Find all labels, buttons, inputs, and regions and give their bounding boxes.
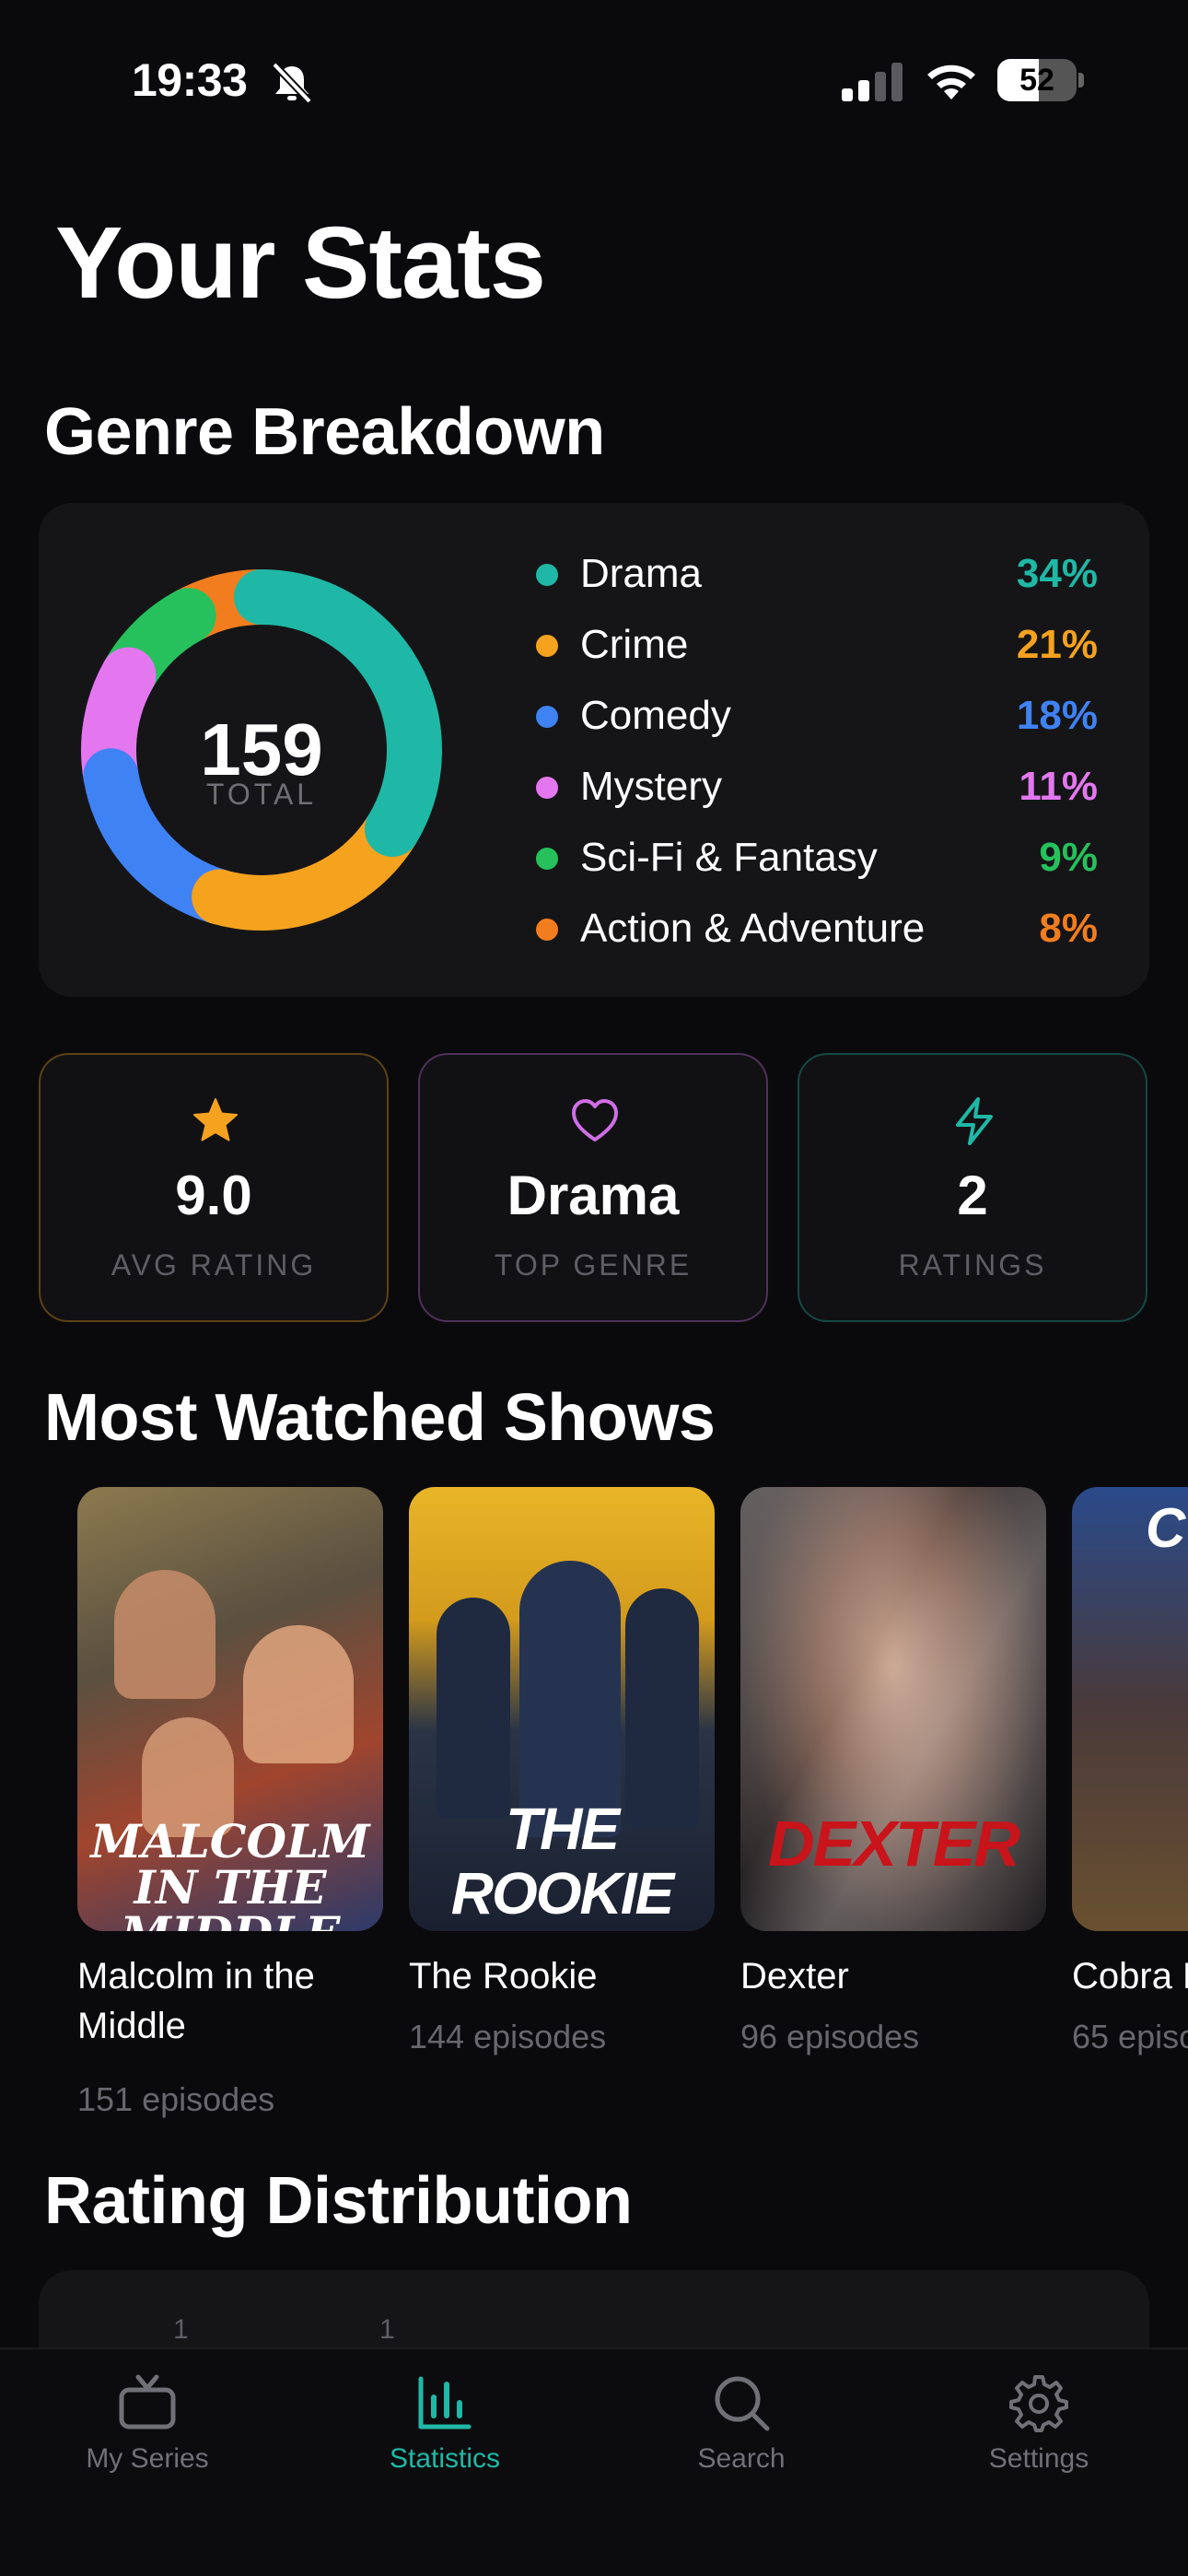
rating-bar-count: 1 <box>173 2314 189 2345</box>
legend-dot <box>536 848 558 870</box>
legend-item: Drama 34% <box>499 542 1144 613</box>
avg-rating-label: AVG RATING <box>111 1248 317 1282</box>
legend-genre-name: Comedy <box>580 693 731 738</box>
cellular-signal-icon <box>842 63 903 101</box>
tab-statistics[interactable]: Statistics <box>325 2373 565 2502</box>
legend-genre-percent: 21% <box>1016 622 1098 667</box>
heart-icon <box>572 1099 618 1142</box>
legend-dot <box>536 564 558 586</box>
legend-genre-percent: 18% <box>1016 693 1098 738</box>
legend-genre-name: Sci-Fi & Fantasy <box>580 835 878 880</box>
most-watched-carousel[interactable]: MALCOLM IN THE MIDDLE Malcolm in the Mid… <box>0 1487 1188 2132</box>
wifi-icon <box>927 64 975 100</box>
legend-dot <box>536 919 558 941</box>
show-poster: MALCOLM IN THE MIDDLE <box>77 1487 383 1931</box>
ratings-count-value: 2 <box>957 1165 988 1226</box>
search-icon <box>715 2376 770 2431</box>
bell-slash-icon <box>272 62 312 103</box>
top-genre-card: Drama TOP GENRE <box>418 1053 768 1322</box>
legend-genre-name: Action & Adventure <box>580 906 926 951</box>
donut-segment-crime <box>192 801 421 931</box>
tv-icon <box>119 2374 176 2430</box>
poster-title-text: C <box>1146 1497 1186 1559</box>
tab-search[interactable]: Search <box>622 2373 861 2502</box>
show-poster: C <box>1072 1487 1188 1931</box>
legend-genre-name: Mystery <box>580 764 722 809</box>
donut-total-label: TOTAL <box>205 778 318 811</box>
page-title: Your Stats <box>55 206 546 320</box>
show-name: Malcolm in the Middle <box>77 1956 315 2046</box>
show-episodes: 65 episodes <box>1072 2018 1188 2055</box>
ratings-count-card: 2 RATINGS <box>798 1053 1147 1322</box>
genre-breakdown-card: 159 TOTAL Drama 34% Crime 21% Comedy 18% My… <box>39 503 1149 997</box>
legend-item: Sci-Fi & Fantasy 9% <box>499 825 1144 896</box>
status-bar: 19:33 52 <box>0 0 1188 157</box>
status-time: 19:33 <box>132 54 248 106</box>
legend-genre-percent: 9% <box>1039 835 1098 880</box>
gear-icon <box>1009 2375 1068 2432</box>
legend-dot <box>536 706 558 728</box>
show-poster: DEXTER <box>740 1487 1046 1931</box>
rating-bar-count: 1 <box>379 2314 395 2345</box>
legend-dot <box>536 777 558 799</box>
legend-genre-name: Drama <box>580 551 703 596</box>
legend-genre-percent: 8% <box>1039 906 1098 951</box>
poster-title-text: MALCOLM IN THE MIDDLE <box>90 1814 370 1932</box>
tab-bar: My Series Statistics Search Settings <box>0 2348 1188 2576</box>
show-poster: THE ROOKIE <box>409 1487 715 1931</box>
legend-genre-percent: 34% <box>1016 551 1098 596</box>
show-episodes: 144 episodes <box>409 2018 607 2055</box>
star-icon <box>193 1098 238 1142</box>
tab-label: Settings <box>988 2443 1089 2474</box>
tab-label: My Series <box>86 2443 209 2474</box>
chart-icon <box>418 2376 472 2430</box>
legend-item: Crime 21% <box>499 613 1144 684</box>
tab-settings[interactable]: Settings <box>919 2373 1159 2502</box>
legend-genre-name: Crime <box>580 622 689 667</box>
show-episodes: 151 episodes <box>77 2080 275 2118</box>
show-name: The Rookie <box>409 1956 598 1996</box>
avg-rating-card: 9.0 AVG RATING <box>39 1053 389 1322</box>
legend-dot <box>536 635 558 657</box>
ratings-count-label: RATINGS <box>898 1248 1047 1282</box>
genre-breakdown-title: Genre Breakdown <box>44 395 605 469</box>
top-genre-label: TOP GENRE <box>494 1248 693 1282</box>
legend-genre-percent: 11% <box>1019 764 1098 809</box>
poster-title-text: THE ROOKIE <box>450 1796 674 1926</box>
rating-distribution-title: Rating Distribution <box>44 2164 633 2238</box>
battery-indicator: 52 <box>997 59 1084 101</box>
legend-item: Action & Adventure 8% <box>499 896 1144 967</box>
battery-percent: 52 <box>1019 63 1054 98</box>
show-name: Dexter <box>740 1956 849 1996</box>
tab-my-series[interactable]: My Series <box>28 2373 267 2502</box>
legend-item: Comedy 18% <box>499 684 1144 755</box>
bolt-icon <box>956 1097 993 1145</box>
legend-item: Mystery 11% <box>499 755 1144 825</box>
tab-label: Search <box>697 2443 786 2474</box>
top-genre-value: Drama <box>507 1165 680 1226</box>
show-name: Cobra Kai <box>1072 1956 1188 1996</box>
poster-title-text: DEXTER <box>768 1808 1020 1879</box>
genre-legend: Drama 34% Crime 21% Comedy 18% Mystery 11% S… <box>499 542 1144 967</box>
most-watched-title: Most Watched Shows <box>44 1381 716 1455</box>
tab-label: Statistics <box>389 2443 501 2474</box>
avg-rating-value: 9.0 <box>175 1165 252 1226</box>
show-episodes: 96 episodes <box>740 2018 920 2055</box>
